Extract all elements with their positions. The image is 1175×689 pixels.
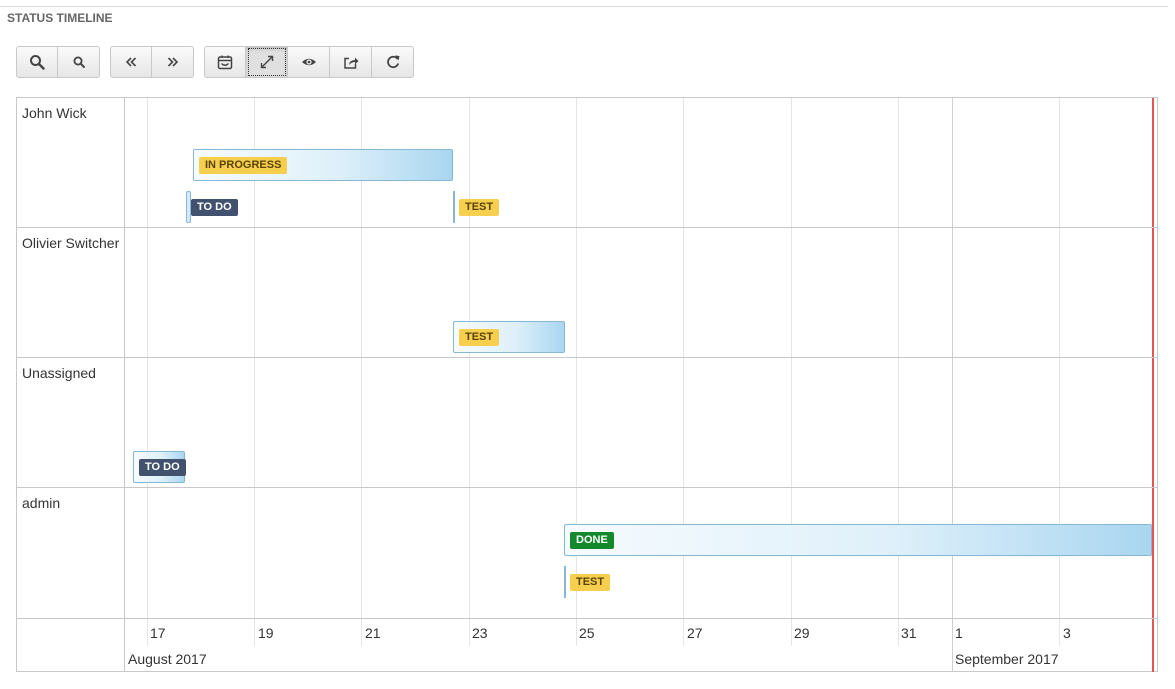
grid-line-17 — [147, 98, 148, 646]
axis-tick-label: 17 — [150, 625, 166, 641]
export-button[interactable] — [330, 46, 372, 78]
grid-line-25 — [576, 98, 577, 646]
panel-title: STATUS TIMELINE — [7, 11, 113, 25]
timeline-item-done[interactable]: DONE — [564, 524, 1152, 556]
zoom-out-icon — [73, 56, 85, 68]
timeline-item-in-progress[interactable]: IN PROGRESS — [193, 149, 453, 181]
status-badge: DONE — [570, 532, 614, 549]
double-right-chevron-icon — [167, 57, 178, 67]
axis-tick-label: 27 — [687, 625, 703, 641]
zoom-in-icon — [30, 55, 45, 70]
status-badge: TO DO — [139, 459, 186, 476]
refresh-button[interactable] — [372, 46, 414, 78]
axis-tick-label: 3 — [1063, 625, 1071, 641]
show-button[interactable] — [288, 46, 330, 78]
status-badge[interactable]: TEST — [459, 199, 500, 216]
grid-line-27 — [683, 98, 684, 646]
timeline-point-test[interactable] — [453, 191, 455, 223]
group-label-olivier-switcher: Olivier Switcher — [22, 235, 120, 251]
axis-tick-label: 23 — [472, 625, 488, 641]
axis-month-label: September 2017 — [955, 651, 1059, 667]
zoom-in-button[interactable] — [16, 46, 58, 78]
axis-tick-label: 25 — [579, 625, 595, 641]
move-left-button[interactable] — [110, 46, 152, 78]
axis-tick-label: 31 — [901, 625, 917, 641]
navigate-button-group — [110, 46, 194, 78]
expand-icon — [260, 55, 273, 69]
grid-line-3 — [1059, 98, 1060, 646]
group-label-admin: admin — [22, 495, 61, 511]
row-separator — [17, 487, 1157, 488]
group-labels-column: John Wick Olivier Switcher Unassigned ad… — [17, 98, 125, 671]
group-label-john-wick: John Wick — [22, 105, 87, 121]
double-left-chevron-icon — [125, 57, 137, 67]
status-badge: IN PROGRESS — [199, 157, 288, 174]
top-divider — [0, 6, 1168, 7]
row-separator — [17, 357, 1157, 358]
calendar-icon — [217, 55, 233, 70]
axis-tick-label: 19 — [258, 625, 274, 641]
axis-tick-label: 21 — [365, 625, 381, 641]
status-badge[interactable]: TO DO — [191, 199, 238, 216]
row-separator — [17, 227, 1157, 228]
zoom-out-button[interactable] — [58, 46, 100, 78]
status-badge[interactable]: TEST — [570, 574, 611, 591]
fit-button[interactable] — [246, 46, 288, 78]
grid-line-31 — [898, 98, 899, 646]
zoom-button-group — [16, 46, 100, 78]
today-button[interactable] — [204, 46, 246, 78]
axis-month-label: August 2017 — [128, 651, 207, 667]
timeline-chart: John Wick Olivier Switcher Unassigned ad… — [16, 97, 1158, 672]
move-right-button[interactable] — [152, 46, 194, 78]
share-icon — [343, 57, 358, 69]
grid-line-23 — [469, 98, 470, 646]
eye-icon — [301, 58, 316, 66]
refresh-icon — [386, 55, 399, 69]
status-badge: TEST — [459, 329, 500, 346]
row-separator — [17, 618, 1157, 619]
timeline-item-test[interactable]: TEST — [453, 321, 565, 353]
current-time-line — [1152, 98, 1154, 672]
grid-line-month — [952, 98, 953, 672]
view-button-group — [204, 46, 414, 78]
timeline-item-todo[interactable]: TO DO — [133, 451, 186, 483]
axis-tick-label: 29 — [794, 625, 810, 641]
grid-line-29 — [791, 98, 792, 646]
axis-tick-label: 1 — [955, 625, 963, 641]
timeline-point-test[interactable] — [564, 566, 566, 598]
group-label-unassigned: Unassigned — [22, 365, 96, 381]
